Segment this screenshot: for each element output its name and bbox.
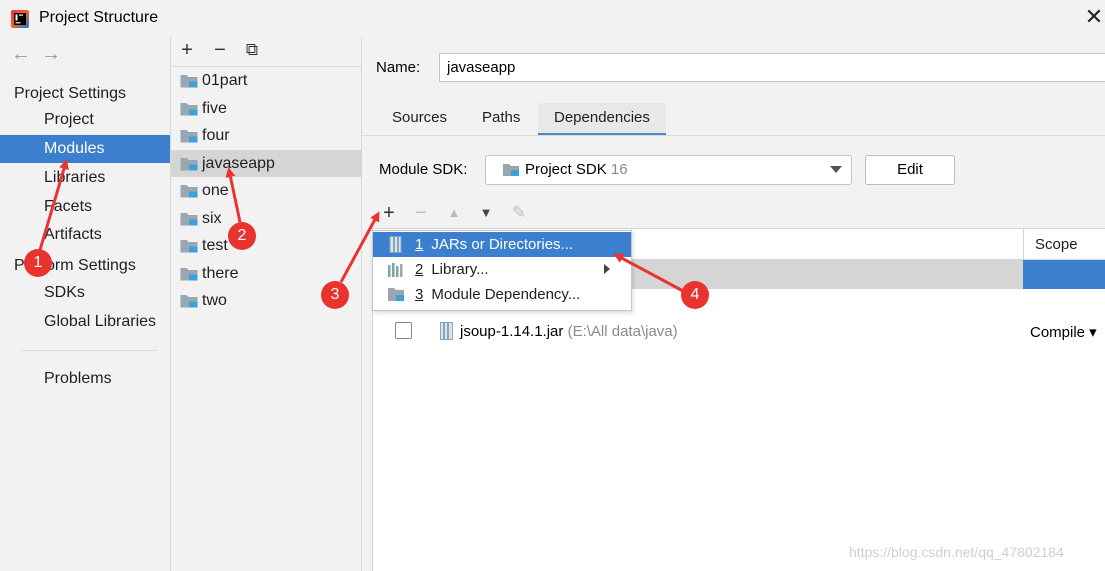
annotation-badge-3: 3 <box>321 281 349 309</box>
nav-item-modules[interactable]: Modules <box>0 135 170 163</box>
submenu-arrow-icon <box>604 264 610 274</box>
annotation-badge-4: 4 <box>681 281 709 309</box>
module-icon <box>388 288 404 301</box>
nav-item-libraries[interactable]: Libraries <box>0 164 170 192</box>
module-name: one <box>202 182 229 199</box>
module-folder-icon <box>180 213 198 226</box>
module-name: 01part <box>202 72 248 89</box>
back-arrow-icon[interactable]: ← <box>11 44 31 64</box>
close-window-button[interactable]: ✕ <box>1082 5 1105 29</box>
module-folder-icon <box>180 75 198 88</box>
nav-item-problems[interactable]: Problems <box>0 365 170 393</box>
module-folder-icon <box>180 103 198 116</box>
window-title: Project Structure <box>39 9 159 26</box>
copy-module-icon[interactable]: ⧉ <box>241 39 263 61</box>
module-item-four[interactable]: four <box>171 122 362 149</box>
menu-item-library[interactable]: 2 Library... <box>373 257 631 282</box>
tab-dependencies[interactable]: Dependencies <box>538 103 666 136</box>
nav-item-artifacts[interactable]: Artifacts <box>0 221 170 249</box>
module-sdk-label: Module SDK: <box>379 161 468 178</box>
tab-sources[interactable]: Sources <box>376 103 463 136</box>
module-name-input[interactable] <box>439 53 1105 82</box>
module-folder-icon <box>180 130 198 143</box>
export-checkbox[interactable] <box>395 322 412 339</box>
menu-item-label: Library... <box>431 261 489 278</box>
intellij-app-icon <box>11 10 29 28</box>
module-item-six[interactable]: six <box>171 205 362 232</box>
sdk-value: Project SDK <box>525 161 607 178</box>
nav-item-global-libraries[interactable]: Global Libraries <box>0 308 170 336</box>
nav-item-project[interactable]: Project <box>0 106 170 134</box>
menu-item-jars-or-directories[interactable]: 1 JARs or Directories... <box>373 232 631 257</box>
module-item-five[interactable]: five <box>171 95 362 122</box>
module-name: five <box>202 100 227 117</box>
module-name: six <box>202 210 222 227</box>
watermark: https://blog.csdn.net/qq_47802184 <box>849 544 1064 560</box>
jar-filename: jsoup-1.14.1.jar <box>460 323 564 340</box>
sdk-folder-icon <box>503 164 519 176</box>
nav-item-facets[interactable]: Facets <box>0 193 170 221</box>
module-name: there <box>202 265 239 282</box>
title-bar <box>0 0 1105 37</box>
jar-archive-icon <box>440 322 453 340</box>
sdk-version: 16 <box>610 161 628 178</box>
table-row[interactable]: jsoup-1.14.1.jar (E:\All data\java) <box>460 323 678 340</box>
jar-path: (E:\All data\java) <box>567 323 678 340</box>
edit-sdk-button[interactable]: Edit <box>865 155 955 185</box>
menu-item-number: 3 <box>415 286 424 303</box>
annotation-badge-1: 1 <box>24 249 52 277</box>
module-item-test[interactable]: test <box>171 232 362 259</box>
scope-column-header[interactable]: Scope <box>1023 229 1105 260</box>
module-name: test <box>202 237 228 254</box>
forward-arrow-icon[interactable]: → <box>41 44 61 64</box>
move-up-icon[interactable]: ▲ <box>443 202 465 224</box>
scope-dropdown[interactable]: Compile ▾ <box>1030 323 1097 341</box>
menu-item-label: Module Dependency... <box>431 286 581 303</box>
menu-item-number: 1 <box>415 236 424 253</box>
nav-divider <box>22 350 158 351</box>
module-name: two <box>202 292 227 309</box>
module-folder-icon <box>180 158 198 171</box>
menu-item-label: JARs or Directories... <box>431 236 574 253</box>
module-item-javaseapp[interactable]: javaseapp <box>171 150 362 177</box>
project-settings-header: Project Settings <box>14 85 127 102</box>
module-folder-icon <box>180 268 198 281</box>
menu-item-module-dependency[interactable]: 3 Module Dependency... <box>373 282 631 307</box>
module-folder-icon <box>180 295 198 308</box>
menu-item-number: 2 <box>415 261 424 278</box>
nav-item-sdks[interactable]: SDKs <box>0 279 170 307</box>
move-down-icon[interactable]: ▼ <box>475 202 497 224</box>
chevron-down-icon[interactable] <box>830 166 842 173</box>
library-icon <box>388 263 403 277</box>
module-folder-icon <box>180 240 198 253</box>
jar-dir-icon <box>389 236 402 253</box>
remove-module-icon[interactable]: − <box>209 39 231 61</box>
add-dependency-icon[interactable]: + <box>378 202 400 224</box>
module-name: four <box>202 127 230 144</box>
tab-paths[interactable]: Paths <box>466 103 536 136</box>
edit-dependency-icon[interactable]: ✎ <box>508 202 530 224</box>
module-folder-icon <box>180 185 198 198</box>
tab-divider <box>362 135 1105 136</box>
annotation-badge-2: 2 <box>228 222 256 250</box>
module-item-01part[interactable]: 01part <box>171 67 362 94</box>
add-module-icon[interactable]: + <box>176 39 198 61</box>
module-name: javaseapp <box>202 155 275 172</box>
selected-row-scope-cell[interactable] <box>1023 260 1105 289</box>
remove-dependency-icon[interactable]: − <box>410 202 432 224</box>
name-label: Name: <box>376 59 421 76</box>
module-item-one[interactable]: one <box>171 177 362 204</box>
